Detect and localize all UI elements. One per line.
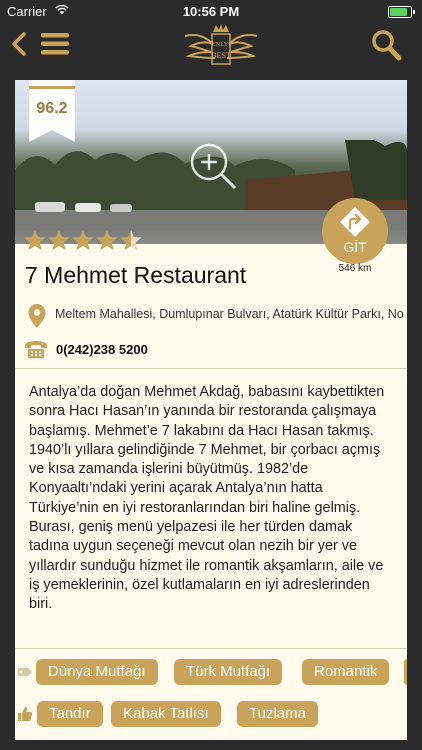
divider <box>15 648 407 649</box>
star-icon <box>96 230 118 250</box>
restaurant-name: 7 Mehmet Restaurant <box>25 262 247 288</box>
zoom-in-icon[interactable] <box>185 138 243 196</box>
star-icon <box>24 230 46 250</box>
map-pin-icon <box>28 304 46 328</box>
distance-label: 546 km <box>338 263 372 274</box>
tag-dunya-mutfagi[interactable]: Dünya Mutfağı <box>36 659 158 685</box>
star-icon <box>72 230 94 250</box>
directions-label: GİT <box>343 239 367 255</box>
back-chevron-icon[interactable] <box>8 30 30 58</box>
restaurant-card: 96.2 GİT 546 km 7 Mehmet Restaurant Melt… <box>15 80 407 740</box>
score-value: 96.2 <box>36 100 68 117</box>
star-icon <box>48 230 70 250</box>
battery-icon <box>388 6 415 18</box>
category-tags-row: Dünya Mutfağı Türk Mutfağı Romantik <box>15 657 407 687</box>
status-bar: Carrier 10:56 PM <box>0 0 422 22</box>
rating-stars <box>24 230 142 250</box>
half-star-icon <box>120 230 142 250</box>
logo-text-top: ENLYI <box>212 41 231 48</box>
tag-tandir[interactable]: Tandır <box>37 701 103 727</box>
address-text[interactable]: Meltem Mahallesi, Dumlupınar Bulvarı, At… <box>55 307 405 321</box>
tag-turk-mutfagi[interactable]: Türk Mutfağı <box>174 659 283 685</box>
menu-icon[interactable] <box>41 32 69 56</box>
logo-icon: ENLYI BEST <box>184 24 258 65</box>
nav-bar: ENLYI BEST <box>0 22 422 68</box>
tag-romantik[interactable]: Romantik <box>302 659 390 685</box>
tag-overflow[interactable] <box>404 659 407 685</box>
directions-icon <box>340 207 370 237</box>
search-icon[interactable] <box>370 29 402 61</box>
favorite-tags-row: Tandır Kabak Tatlısı Tuzlama <box>15 699 407 729</box>
directions-button[interactable]: GİT <box>322 198 388 264</box>
tag-icon <box>18 668 32 676</box>
description-text: Antalya’da doğan Mehmet Akdağ, babasını … <box>29 384 385 613</box>
clock: 10:56 PM <box>182 4 240 19</box>
tag-tuzlama[interactable]: Tuzlama <box>237 701 318 727</box>
divider <box>15 368 407 369</box>
logo-text-bottom: BEST <box>211 51 231 60</box>
phone-number[interactable]: 0(242)238 5200 <box>56 342 148 357</box>
thumbs-up-icon <box>18 707 33 721</box>
tag-kabak-tatlisi[interactable]: Kabak Tatlısı <box>111 701 221 727</box>
phone-icon <box>25 341 47 358</box>
